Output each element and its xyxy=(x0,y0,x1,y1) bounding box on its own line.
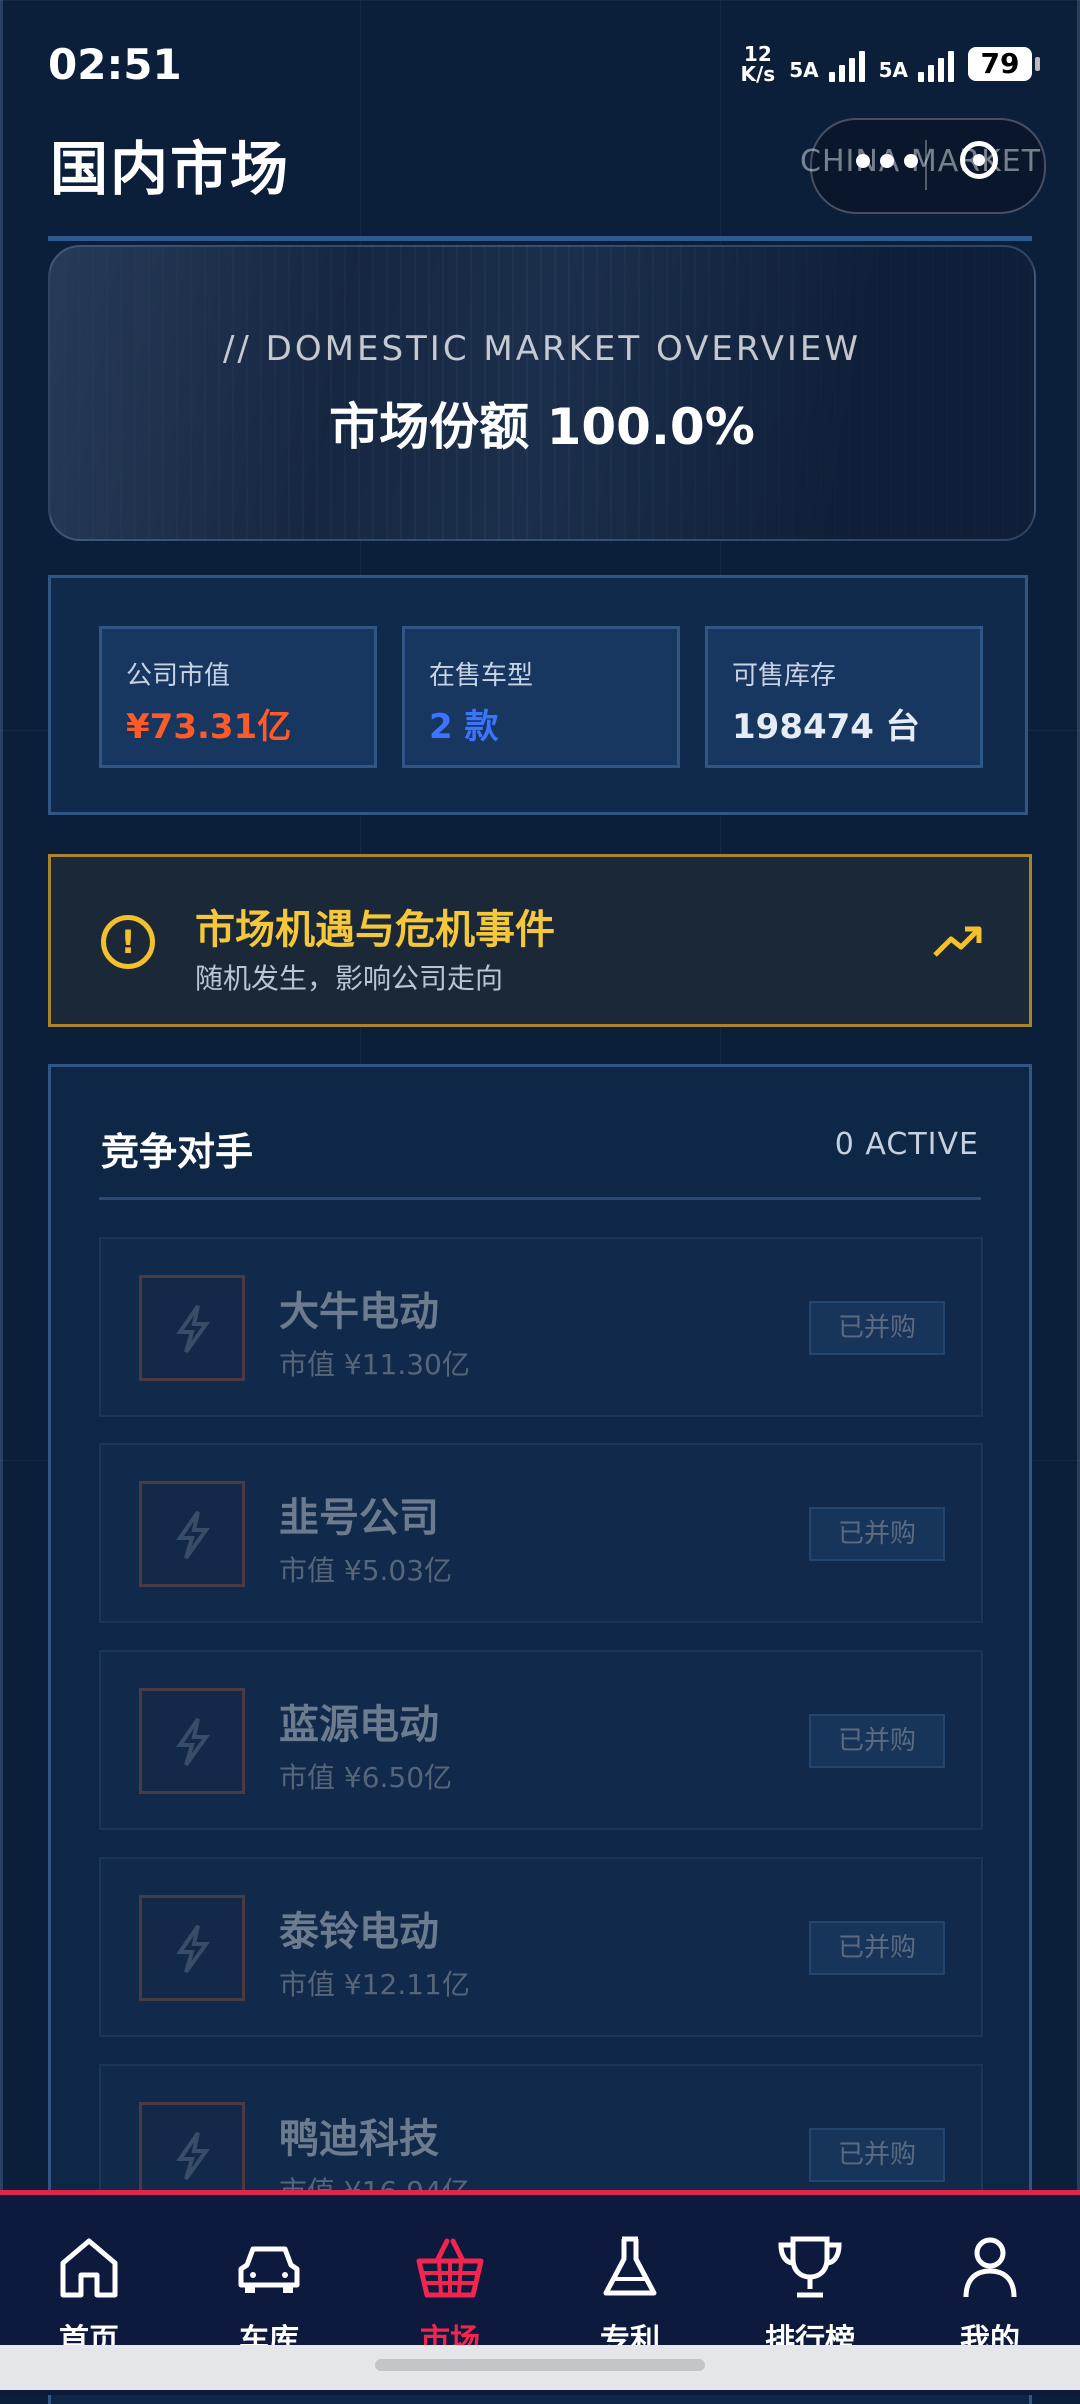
tab-leaderboard[interactable]: 排行榜 xyxy=(750,2235,870,2359)
left-edge xyxy=(0,0,3,2390)
stat-market-cap: 公司市值 ¥73.31亿 xyxy=(99,626,377,768)
title-divider xyxy=(48,236,1032,241)
trending-up-icon xyxy=(933,926,982,957)
status-bar: 02:51 12 K/s 5A 5A 79 xyxy=(48,40,1040,90)
competitor-name: 大牛电动 xyxy=(279,1289,439,1335)
competitor-row[interactable]: 韭号公司 市值 ¥5.03亿 已并购 xyxy=(99,1443,983,1623)
competitor-value: 市值 ¥6.50亿 xyxy=(279,1761,453,1794)
competitor-row[interactable]: 泰铃电动 市值 ¥12.11亿 已并购 xyxy=(99,1857,983,2037)
stat-models-on-sale: 在售车型 2 款 xyxy=(402,626,680,768)
bolt-icon xyxy=(139,1895,245,2001)
competitors-title: 竞争对手 xyxy=(101,1130,254,1174)
trophy-icon xyxy=(778,2236,842,2298)
capsule-divider xyxy=(925,140,927,190)
competitor-name: 韭号公司 xyxy=(279,1495,439,1541)
competitor-value: 市值 ¥11.30亿 xyxy=(279,1348,470,1381)
capsule-label: CHINA MARKET xyxy=(800,144,1042,179)
home-icon xyxy=(60,2238,118,2298)
bolt-icon xyxy=(139,1481,245,1587)
competitor-row[interactable]: 蓝源电动 市值 ¥6.50亿 已并购 xyxy=(99,1650,983,1830)
overview-banner: // DOMESTIC MARKET OVERVIEW 市场份额 100.0% xyxy=(48,245,1036,541)
net-speed: 12 K/s xyxy=(740,42,776,86)
competitors-divider xyxy=(99,1197,981,1200)
tab-home[interactable]: 首页 xyxy=(29,2235,149,2359)
competitor-name: 鸭迪科技 xyxy=(279,2116,439,2162)
flask-icon xyxy=(603,2236,657,2296)
event-description: 随机发生，影响公司走向 xyxy=(195,962,504,995)
banner-subtitle: // DOMESTIC MARKET OVERVIEW xyxy=(222,329,862,369)
competitors-count: 0 ACTIVE xyxy=(834,1127,979,1162)
competitor-value: 市值 ¥5.03亿 xyxy=(279,1554,453,1587)
acquired-badge: 已并购 xyxy=(809,1921,945,1975)
competitor-row[interactable]: 大牛电动 市值 ¥11.30亿 已并购 xyxy=(99,1237,983,1417)
signal-icon-sim1: 5A xyxy=(789,46,865,82)
tab-garage[interactable]: 车库 xyxy=(209,2235,329,2359)
acquired-badge: 已并购 xyxy=(809,1714,945,1768)
bolt-icon xyxy=(139,1275,245,1381)
event-title: 市场机遇与危机事件 xyxy=(195,907,555,953)
tab-profile[interactable]: 我的 xyxy=(930,2235,1050,2359)
close-target-icon[interactable] xyxy=(960,141,998,179)
stats-panel: 公司市值 ¥73.31亿 在售车型 2 款 可售库存 198474 台 xyxy=(48,575,1028,815)
banner-market-share: 市场份额 100.0% xyxy=(329,398,755,456)
status-time: 02:51 xyxy=(48,40,182,89)
acquired-badge: 已并购 xyxy=(809,1301,945,1355)
tab-market[interactable]: 市场 xyxy=(390,2235,510,2359)
more-icon[interactable] xyxy=(856,154,918,168)
competitor-name: 蓝源电动 xyxy=(279,1702,439,1748)
tab-patent[interactable]: 专利 xyxy=(570,2235,690,2359)
competitor-value: 市值 ¥12.11亿 xyxy=(279,1968,470,2001)
home-indicator xyxy=(0,2345,1080,2390)
stat-inventory: 可售库存 198474 台 xyxy=(705,626,983,768)
signal-icon-sim2: 5A xyxy=(879,46,954,82)
acquired-badge: 已并购 xyxy=(809,1507,945,1561)
user-icon xyxy=(963,2237,1017,2298)
car-icon xyxy=(238,2246,300,2293)
bolt-icon xyxy=(139,1688,245,1794)
basket-icon xyxy=(416,2238,484,2298)
market-event-card[interactable]: ! 市场机遇与危机事件 随机发生，影响公司走向 xyxy=(48,854,1032,1027)
acquired-badge: 已并购 xyxy=(809,2128,945,2182)
battery-icon: 79 xyxy=(968,47,1040,81)
alert-circle-icon: ! xyxy=(101,915,155,969)
page-title: 国内市场 xyxy=(50,135,291,203)
competitor-name: 泰铃电动 xyxy=(279,1909,439,1955)
status-icons: 12 K/s 5A 5A 79 xyxy=(740,42,1040,86)
